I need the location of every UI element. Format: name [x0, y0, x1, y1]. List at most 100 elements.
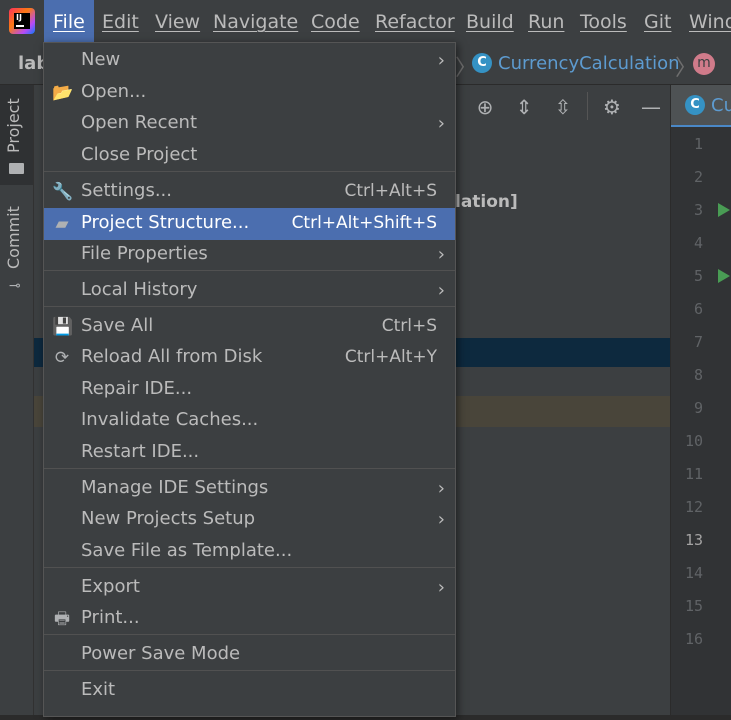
- line-number: 2: [693, 168, 703, 186]
- menu-item-label: Project Structure...: [81, 212, 250, 233]
- breadcrumb-class[interactable]: CurrencyCalculation: [498, 53, 680, 74]
- menu-edit[interactable]: Edit: [93, 0, 148, 44]
- line-number: 15: [684, 597, 703, 615]
- menu-item-label: Reload All from Disk: [81, 346, 263, 367]
- menu-item-manage-ide-settings[interactable]: Manage IDE Settings ›: [44, 473, 455, 505]
- print-icon: 🖶: [53, 609, 71, 629]
- menu-item-close-project[interactable]: Close Project: [44, 140, 455, 172]
- submenu-arrow-icon: ›: [437, 113, 445, 134]
- project-tool-tab[interactable]: Project: [0, 85, 33, 185]
- folder-open-icon: 📂: [52, 83, 74, 103]
- menu-item-project-structure[interactable]: ▰ Project Structure... Ctrl+Alt+Shift+S: [44, 208, 455, 240]
- intellij-logo-icon: IJ: [9, 8, 35, 34]
- commit-icon: ⊸: [9, 278, 21, 294]
- menu-item-shortcut: Ctrl+Alt+S: [344, 181, 437, 201]
- menu-item-settings[interactable]: 🔧 Settings... Ctrl+Alt+S: [44, 176, 455, 208]
- menu-item-label: Power Save Mode: [81, 643, 241, 664]
- line-number: 5: [693, 267, 703, 285]
- menu-item-label: Print...: [81, 607, 140, 628]
- menu-item-shortcut: Ctrl+Alt+Shift+S: [291, 213, 437, 233]
- run-gutter-icon[interactable]: [718, 203, 730, 217]
- menu-item-label: Exit: [81, 679, 116, 700]
- menu-item-reload-all-from-disk[interactable]: ⟳ Reload All from Disk Ctrl+Alt+Y: [44, 342, 455, 374]
- menu-item-restart-ide[interactable]: Restart IDE...: [44, 437, 455, 469]
- collapse-all-icon[interactable]: ⇳: [551, 95, 575, 119]
- submenu-arrow-icon: ›: [437, 509, 445, 530]
- submenu-arrow-icon: ›: [437, 280, 445, 301]
- menu-item-new-projects-setup[interactable]: New Projects Setup ›: [44, 504, 455, 536]
- menu-item-export[interactable]: Export ›: [44, 572, 455, 604]
- minimize-icon[interactable]: —: [639, 95, 663, 119]
- line-number: 13: [684, 531, 703, 549]
- submenu-arrow-icon: ›: [437, 50, 445, 71]
- menu-item-new[interactable]: New ›: [44, 45, 455, 77]
- menu-code[interactable]: Code: [302, 0, 369, 44]
- menu-item-exit[interactable]: Exit: [44, 675, 455, 707]
- menu-item-label: Save File as Template...: [81, 540, 293, 561]
- locate-icon[interactable]: ⊕: [473, 95, 497, 119]
- wrench-icon: 🔧: [52, 182, 74, 202]
- menu-item-label: Manage IDE Settings: [81, 477, 269, 498]
- class-icon: C: [685, 95, 705, 115]
- editor-tab-label: Cu: [711, 95, 731, 116]
- menu-navigate[interactable]: Navigate: [204, 0, 307, 44]
- main-menu-bar: IJ File Edit View Navigate Code Refactor…: [0, 0, 731, 44]
- menu-item-file-properties[interactable]: File Properties ›: [44, 239, 455, 271]
- menu-item-label: Open...: [81, 81, 147, 102]
- commit-tool-tab[interactable]: Commit ⊸: [0, 195, 33, 295]
- class-icon: C: [472, 53, 492, 73]
- menu-item-open-recent[interactable]: Open Recent ›: [44, 108, 455, 140]
- submenu-arrow-icon: ›: [437, 478, 445, 499]
- menu-item-local-history[interactable]: Local History ›: [44, 275, 455, 307]
- line-number: 16: [684, 630, 703, 648]
- line-number: 1: [693, 135, 703, 153]
- line-number: 14: [684, 564, 703, 582]
- menu-item-shortcut: Ctrl+Alt+Y: [344, 347, 437, 367]
- line-number: 11: [684, 465, 703, 483]
- project-structure-icon: ▰: [55, 214, 69, 234]
- submenu-arrow-icon: ›: [437, 577, 445, 598]
- menu-run[interactable]: Run: [519, 0, 573, 44]
- menu-item-save-file-as-template[interactable]: Save File as Template...: [44, 536, 455, 568]
- menu-item-invalidate-caches[interactable]: Invalidate Caches...: [44, 405, 455, 437]
- menu-item-label: Invalidate Caches...: [81, 409, 259, 430]
- editor-tab[interactable]: C Cu: [671, 85, 731, 127]
- folder-icon: [9, 163, 24, 174]
- menu-tools[interactable]: Tools: [571, 0, 636, 44]
- menu-item-power-save-mode[interactable]: Power Save Mode: [44, 639, 455, 671]
- commit-tab-label: Commit: [4, 206, 23, 269]
- file-menu-dropdown: New › 📂 Open... Open Recent › Close Project 🔧 Se…: [43, 42, 456, 717]
- menu-git[interactable]: Git: [635, 0, 680, 44]
- menu-view[interactable]: View: [146, 0, 209, 44]
- gear-icon[interactable]: ⚙: [600, 95, 624, 119]
- menu-item-open[interactable]: 📂 Open...: [44, 77, 455, 109]
- menu-item-repair-ide[interactable]: Repair IDE...: [44, 374, 455, 406]
- menu-item-label: File Properties: [81, 243, 208, 264]
- run-gutter-icon[interactable]: [718, 269, 730, 283]
- toolbar-divider: [587, 92, 588, 120]
- menu-item-label: New Projects Setup: [81, 508, 256, 529]
- reload-icon: ⟳: [54, 348, 70, 368]
- save-icon: 💾: [52, 317, 74, 337]
- menu-item-label: Open Recent: [81, 112, 198, 133]
- menu-refactor[interactable]: Refactor: [366, 0, 464, 44]
- tree-node-label[interactable]: lation]: [455, 192, 518, 212]
- line-number: 6: [693, 300, 703, 318]
- menu-window[interactable]: Wind: [680, 0, 731, 44]
- line-number: 4: [693, 234, 703, 252]
- menu-file[interactable]: File: [44, 0, 94, 44]
- menu-item-label: Local History: [81, 279, 198, 300]
- menu-item-label: Export: [81, 576, 140, 597]
- line-number: 9: [693, 399, 703, 417]
- line-number: 10: [684, 432, 703, 450]
- menu-item-print[interactable]: 🖶 Print...: [44, 603, 455, 635]
- line-number: 12: [684, 498, 703, 516]
- left-tool-stripe: Project Commit ⊸: [0, 85, 34, 715]
- line-number: 8: [693, 366, 703, 384]
- expand-all-icon[interactable]: ⇕: [512, 95, 536, 119]
- method-icon[interactable]: m: [693, 53, 715, 75]
- line-number: 3: [693, 201, 703, 219]
- menu-item-save-all[interactable]: 💾 Save All Ctrl+S: [44, 311, 455, 343]
- menu-build[interactable]: Build: [457, 0, 523, 44]
- menu-item-label: Restart IDE...: [81, 441, 200, 462]
